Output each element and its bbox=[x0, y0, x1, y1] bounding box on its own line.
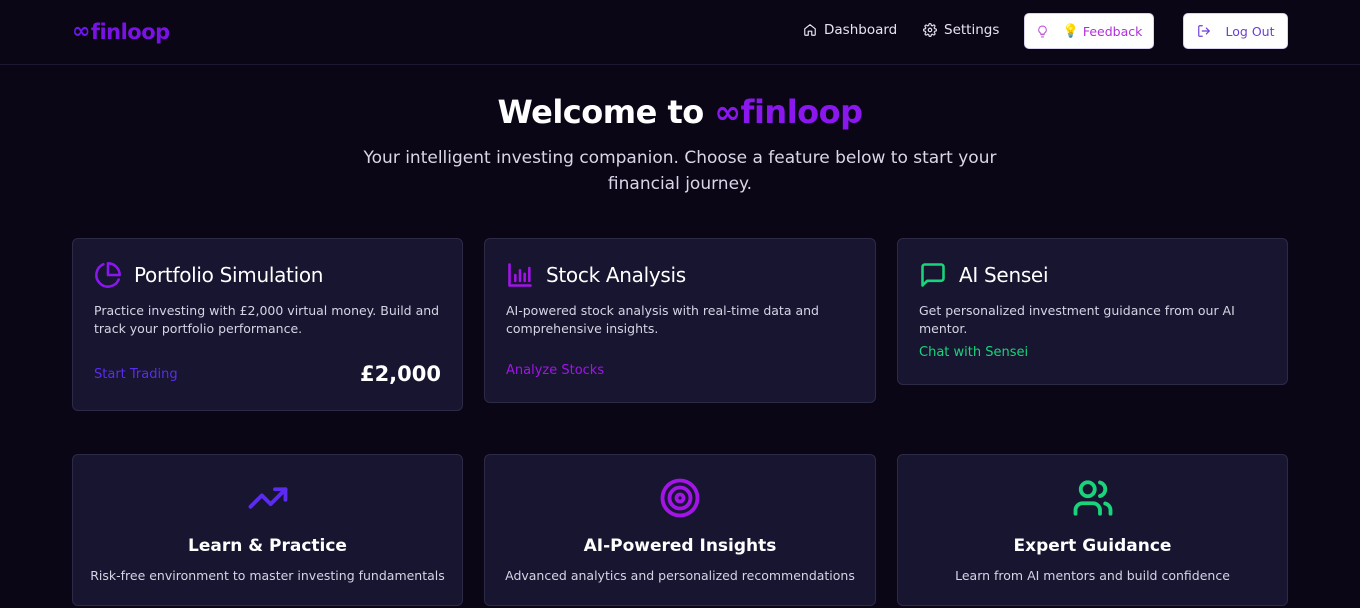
gear-icon bbox=[923, 23, 937, 37]
card-header: AI Sensei bbox=[919, 261, 1049, 289]
title-brand: ∞finloop bbox=[714, 93, 864, 131]
pie-chart-icon bbox=[95, 262, 121, 288]
lightbulb-outline-icon bbox=[1037, 25, 1047, 37]
feature-description: Risk-free environment to master investin… bbox=[90, 568, 445, 583]
page-title: Welcome to ∞finloop bbox=[0, 93, 1360, 131]
logout-button[interactable]: Log Out bbox=[1183, 13, 1288, 49]
trending-up-icon bbox=[248, 487, 287, 509]
message-icon bbox=[921, 263, 945, 287]
finloop-logo[interactable]: ∞ finloop bbox=[72, 19, 170, 44]
feature-card-expert-guidance: Expert Guidance Learn from AI mentors an… bbox=[897, 454, 1288, 606]
feedback-button[interactable]: 💡 Feedback bbox=[1024, 13, 1154, 49]
stock-analysis-card[interactable]: Stock Analysis AI-powered stock analysis… bbox=[484, 238, 876, 403]
feedback-label: Feedback bbox=[1082, 23, 1143, 39]
page-subtitle: Your intelligent investing companion. Ch… bbox=[363, 148, 997, 194]
home-icon bbox=[804, 24, 816, 36]
nav-dashboard-link[interactable]: Dashboard bbox=[803, 22, 897, 38]
card-title: Stock Analysis bbox=[546, 263, 686, 287]
logout-label: Log Out bbox=[1225, 23, 1275, 39]
feature-card-learn-practice: Learn & Practice Risk-free environment t… bbox=[72, 454, 463, 606]
users-icon bbox=[1073, 480, 1112, 516]
nav-dashboard-label: Dashboard bbox=[824, 22, 898, 38]
feature-card-ai-insights: AI-Powered Insights Advanced analytics a… bbox=[484, 454, 876, 606]
card-title: AI Sensei bbox=[959, 263, 1049, 287]
target-icon bbox=[660, 478, 700, 518]
ai-sensei-card[interactable]: AI Sensei Get personalized investment gu… bbox=[897, 238, 1288, 385]
card-header: Stock Analysis bbox=[506, 261, 686, 289]
top-navigation-bar: ∞ finloop Dashboard Settings 💡 Feedback … bbox=[0, 0, 1360, 65]
feature-description: Advanced analytics and personalized reco… bbox=[505, 568, 855, 583]
feature-title: Expert Guidance bbox=[1013, 536, 1172, 556]
card-description: Get personalized investment guidance fro… bbox=[919, 303, 1235, 336]
card-header: Portfolio Simulation bbox=[94, 261, 323, 289]
chat-with-sensei-link[interactable]: Chat with Sensei bbox=[919, 345, 1028, 360]
title-prefix: Welcome to bbox=[497, 93, 704, 131]
feature-title: Learn & Practice bbox=[188, 536, 347, 556]
infinity-brand-icon: ∞ bbox=[714, 93, 741, 131]
title-brand-text: finloop bbox=[740, 93, 864, 131]
nav-settings-label: Settings bbox=[944, 22, 1000, 38]
nav-settings-link[interactable]: Settings bbox=[923, 22, 999, 38]
feature-description: Learn from AI mentors and build confiden… bbox=[955, 568, 1230, 583]
card-title: Portfolio Simulation bbox=[134, 263, 324, 287]
analyze-stocks-link[interactable]: Analyze Stocks bbox=[506, 363, 604, 378]
card-description: AI-powered stock analysis with real-time… bbox=[506, 303, 819, 336]
logout-icon bbox=[1197, 25, 1210, 37]
start-trading-link[interactable]: Start Trading bbox=[94, 367, 178, 382]
infinity-logo-icon: ∞ bbox=[72, 19, 90, 44]
lightbulb-emoji-icon: 💡 bbox=[1062, 23, 1079, 39]
portfolio-simulation-card[interactable]: Portfolio Simulation Practice investing … bbox=[72, 238, 463, 411]
virtual-balance: £2,000 bbox=[359, 362, 441, 386]
card-description: Practice investing with £2,000 virtual m… bbox=[94, 303, 440, 336]
logo-text: finloop bbox=[90, 19, 170, 44]
feature-title: AI-Powered Insights bbox=[583, 536, 777, 556]
bar-chart-icon bbox=[508, 263, 532, 287]
